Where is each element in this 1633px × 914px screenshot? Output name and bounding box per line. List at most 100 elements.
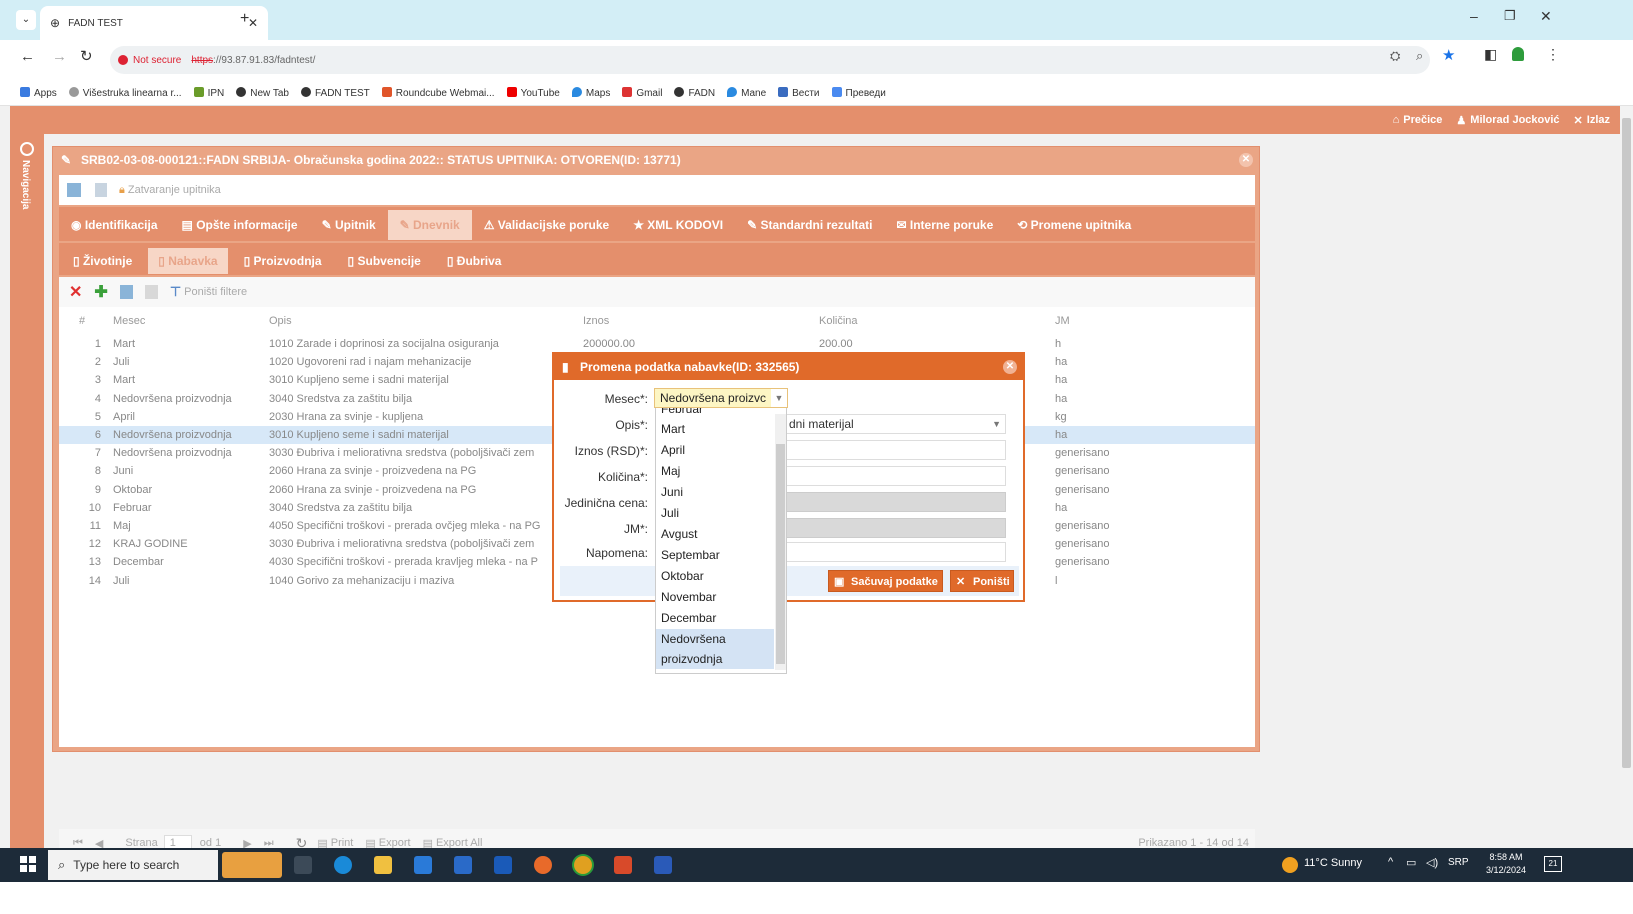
profile-icon[interactable]	[1512, 47, 1524, 61]
bookmark-item[interactable]: Gmail	[622, 86, 662, 99]
iznos-input[interactable]	[786, 440, 1006, 460]
minimize-icon[interactable]: –	[1470, 8, 1478, 24]
network-icon[interactable]: ▭	[1406, 856, 1416, 869]
chevron-down-icon[interactable]: ▼	[771, 389, 787, 407]
opis-select[interactable]: dni materijal ▼	[786, 414, 1006, 434]
tab-upitnik[interactable]: ✎ Upitnik	[309, 210, 388, 240]
close-window-icon[interactable]: ✕	[1239, 153, 1253, 167]
reset-filters-button[interactable]: Poništi filtere	[184, 286, 247, 298]
save-icon[interactable]	[67, 183, 81, 197]
reload-icon[interactable]: ↻	[80, 47, 93, 65]
column-header-mesec[interactable]: Mesec	[113, 311, 145, 331]
column-header-jm[interactable]: JM	[1055, 311, 1070, 331]
close-window-icon[interactable]: ✕	[1540, 8, 1552, 25]
subtab-dubriva[interactable]: ▯ Đubriva	[436, 247, 512, 274]
user-link[interactable]: Milorad Jocković	[1470, 114, 1559, 126]
weather-text[interactable]: 11°C Sunny	[1304, 857, 1362, 869]
save-button[interactable]: ▣ Sačuvaj podatke	[828, 570, 943, 592]
tab-promene-upitnika[interactable]: ⟲ Promene upitnika	[1005, 210, 1144, 240]
logout-link[interactable]: Izlaz	[1587, 114, 1610, 126]
file-explorer-icon[interactable]	[374, 856, 392, 874]
copy-icon[interactable]	[144, 285, 158, 299]
edit-icon[interactable]	[119, 285, 133, 299]
mesec-combobox[interactable]: Nedovršena proizvc ▼	[654, 388, 788, 408]
page-scrollbar-thumb[interactable]	[1622, 118, 1631, 768]
tab-search-chevron-icon[interactable]: ⌄	[16, 10, 36, 30]
close-tab-icon[interactable]: ✕	[248, 16, 258, 30]
menu-kebab-icon[interactable]: ⋮	[1546, 46, 1560, 63]
close-dialog-icon[interactable]: ✕	[1003, 360, 1017, 374]
dropdown-option[interactable]: April	[656, 440, 786, 461]
weather-sun-icon[interactable]	[1282, 857, 1298, 873]
subtab-subvencije[interactable]: ▯ Subvencije	[337, 247, 431, 274]
chevron-down-icon[interactable]: ▼	[992, 415, 1001, 433]
bookmark-item[interactable]: Mane	[727, 86, 766, 99]
bookmark-item[interactable]: Вести	[778, 86, 820, 99]
tray-chevron-icon[interactable]: ^	[1388, 856, 1393, 868]
search-highlight-icon[interactable]	[222, 852, 282, 878]
close-questionnaire-button[interactable]: Zatvaranje upitnika	[128, 184, 221, 196]
kolicina-input[interactable]	[786, 466, 1006, 486]
language-indicator[interactable]: SRP	[1448, 857, 1469, 868]
shortcuts-link[interactable]: Prečice	[1403, 114, 1442, 126]
dropdown-option[interactable]: Nedovršena proizvodnja	[656, 629, 774, 669]
dropdown-option[interactable]: Avgust	[656, 524, 786, 545]
column-header-index[interactable]: #	[79, 311, 85, 331]
dropdown-scrollbar-thumb[interactable]	[776, 444, 785, 664]
restore-icon[interactable]: ❐	[1504, 8, 1516, 24]
add-icon[interactable]: ✚	[94, 282, 107, 302]
navigation-sidebar[interactable]: Navigacija	[10, 134, 44, 881]
bookmark-item[interactable]: FADN TEST	[300, 86, 370, 99]
zoom-icon[interactable]: ⌕	[1416, 48, 1423, 64]
column-header-kolicina[interactable]: Količina	[819, 311, 858, 331]
tab-standardni-rezultati[interactable]: ✎ Standardni rezultati	[735, 210, 885, 240]
cancel-button[interactable]: ✕ Poništi	[950, 570, 1014, 592]
browser-tab[interactable]: ⊕ FADN TEST ✕	[40, 6, 268, 40]
table-row[interactable]: 1 Mart 1010 Zarade i doprinosi za socijaln…	[59, 335, 1255, 353]
clock[interactable]: 8:58 AM 3/12/2024	[1476, 851, 1536, 877]
dropdown-option[interactable]: Juni	[656, 482, 786, 503]
dropdown-option[interactable]: Septembar	[656, 545, 786, 566]
dropdown-option[interactable]: Novembar	[656, 587, 786, 608]
bookmark-item[interactable]: Преведи	[831, 86, 886, 99]
dropdown-option[interactable]: Decembar	[656, 608, 786, 629]
expand-nav-icon[interactable]	[20, 142, 34, 156]
taskbar-search[interactable]: ⌕ Type here to search	[48, 850, 218, 880]
bookmark-star-icon[interactable]: ★	[1442, 46, 1455, 64]
store-icon[interactable]	[414, 856, 432, 874]
bookmark-item[interactable]: Maps	[571, 86, 610, 99]
new-tab-plus-icon[interactable]: +	[240, 10, 249, 28]
word-icon[interactable]	[654, 856, 672, 874]
dropdown-option[interactable]: Mart	[656, 419, 786, 440]
bookmark-item[interactable]: IPN	[193, 86, 224, 99]
column-header-iznos[interactable]: Iznos	[583, 311, 609, 331]
subtab-nabavka[interactable]: ▯ Nabavka	[148, 247, 228, 274]
volume-icon[interactable]: ◁)	[1426, 856, 1438, 869]
back-icon[interactable]: ←	[20, 48, 35, 65]
tab-xml-kodovi[interactable]: ★ XML KODOVI	[621, 210, 736, 240]
powerpoint-icon[interactable]	[614, 856, 632, 874]
bookmark-item[interactable]: Apps	[20, 86, 57, 99]
bookmark-item[interactable]: New Tab	[236, 86, 289, 99]
subtab-proizvodnja[interactable]: ▯ Proizvodnja	[233, 247, 332, 274]
bookmark-item[interactable]: Roundcube Webmai...	[381, 86, 495, 99]
outlook-icon[interactable]	[494, 856, 512, 874]
mail-icon[interactable]	[454, 856, 472, 874]
side-panel-icon[interactable]: ◧	[1484, 46, 1497, 63]
column-header-opis[interactable]: Opis	[269, 311, 292, 331]
tab-dnevnik[interactable]: ✎ Dnevnik	[387, 210, 472, 240]
tab-interne-poruke[interactable]: ✉ Interne poruke	[884, 210, 1006, 240]
dropdown-option[interactable]: Oktobar	[656, 566, 786, 587]
windows-start-icon[interactable]	[20, 856, 36, 872]
chrome-icon[interactable]	[574, 856, 592, 874]
bookmark-item[interactable]: YouTube	[506, 86, 560, 99]
edge-icon[interactable]	[334, 856, 352, 874]
subtab-zivotinje[interactable]: ▯ Životinje	[63, 247, 143, 274]
delete-icon[interactable]: ✕	[69, 282, 82, 302]
forward-icon[interactable]: →	[52, 48, 67, 65]
notification-icon[interactable]: 21	[1544, 856, 1562, 872]
task-view-icon[interactable]	[294, 856, 312, 874]
bookmark-item[interactable]: Višestruka linearna r...	[68, 86, 182, 99]
napomena-input[interactable]	[786, 542, 1006, 562]
tab-identifikacija[interactable]: ◉ Identifikacija	[59, 210, 170, 240]
